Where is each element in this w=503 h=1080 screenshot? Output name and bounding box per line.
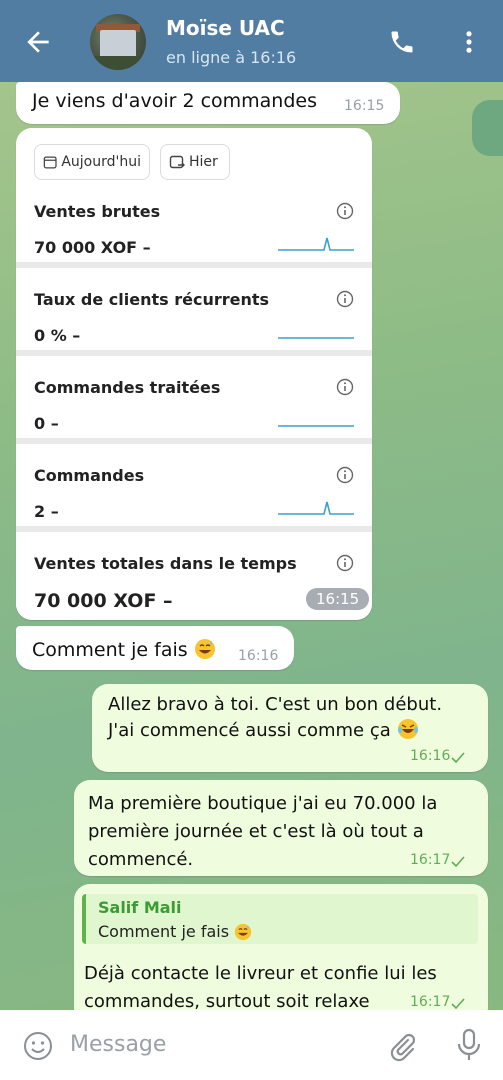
message-time: 16:15 bbox=[344, 98, 385, 114]
grinning-sweat-emoji-icon bbox=[194, 639, 215, 659]
chip-label: Aujourd'hui bbox=[61, 154, 141, 170]
stat-value: 0 % – bbox=[34, 326, 81, 345]
message-time: 16:15 bbox=[306, 588, 370, 610]
phone-icon[interactable] bbox=[388, 28, 416, 56]
grinning-sweat-emoji-icon bbox=[234, 923, 252, 941]
message-text: Ma première boutique j'ai eu 70.000 la p… bbox=[88, 793, 438, 870]
message-time: 16:17 bbox=[410, 852, 451, 868]
emoji-icon[interactable] bbox=[22, 1030, 54, 1062]
reply-quote[interactable]: Salif Mali Comment je fais bbox=[82, 894, 478, 944]
online-status: en ligne à 16:16 bbox=[166, 48, 297, 67]
info-icon[interactable] bbox=[336, 202, 354, 220]
reply-author: Salif Mali bbox=[98, 898, 182, 917]
check-icon bbox=[451, 752, 465, 764]
message-input[interactable]: Message bbox=[70, 1032, 166, 1057]
incoming-message[interactable]: Comment je fais 16:16 bbox=[16, 626, 294, 670]
calendar-icon bbox=[43, 156, 57, 169]
sparkline bbox=[278, 337, 354, 339]
stat-row: Taux de clients récurrents 0 % – bbox=[16, 290, 372, 374]
stat-row: Ventes brutes 70 000 XOF – bbox=[16, 202, 372, 286]
more-options-icon[interactable] bbox=[462, 28, 476, 56]
back-arrow-icon[interactable] bbox=[22, 26, 54, 58]
chat-header: Moïse UAC en ligne à 16:16 bbox=[0, 0, 503, 82]
stat-row: Commandes 2 – bbox=[16, 466, 372, 550]
info-icon[interactable] bbox=[336, 290, 354, 308]
stat-label: Commandes bbox=[34, 466, 145, 485]
stat-value: 70 000 XOF – bbox=[34, 590, 173, 612]
message-time: 16:16 bbox=[410, 748, 451, 764]
chip-label: Hier bbox=[189, 154, 218, 170]
stat-label: Commandes traitées bbox=[34, 378, 221, 397]
outgoing-message[interactable]: Allez bravo à toi. C'est un bon début. J… bbox=[92, 684, 488, 772]
reply-text: Comment je fais bbox=[98, 922, 252, 941]
check-icon bbox=[451, 856, 465, 868]
yesterday-filter-chip[interactable]: Hier bbox=[160, 144, 230, 180]
paperclip-icon[interactable] bbox=[386, 1030, 418, 1062]
stat-label: Ventes totales dans le temps bbox=[34, 554, 297, 573]
check-icon bbox=[451, 998, 465, 1010]
message-input-bar: Message bbox=[0, 1010, 503, 1080]
stat-row: Commandes traitées 0 – bbox=[16, 378, 372, 462]
stat-label: Ventes brutes bbox=[34, 202, 161, 221]
message-text: Comment je fais bbox=[32, 638, 216, 661]
floating-share-button[interactable] bbox=[472, 100, 503, 156]
avatar[interactable] bbox=[90, 14, 146, 70]
info-icon[interactable] bbox=[336, 554, 354, 572]
message-time: 16:17 bbox=[410, 994, 451, 1010]
stat-value: 2 – bbox=[34, 502, 59, 521]
info-icon[interactable] bbox=[336, 378, 354, 396]
today-filter-chip[interactable]: Aujourd'hui bbox=[34, 144, 150, 180]
message-time: 16:16 bbox=[238, 648, 279, 664]
sparkline bbox=[278, 237, 354, 251]
laughing-tears-emoji-icon bbox=[397, 719, 418, 739]
message-text: Déjà contacte le livreur et confie lui l… bbox=[84, 963, 437, 1012]
message-text: Allez bravo à toi. C'est un bon début. J… bbox=[108, 694, 443, 741]
stat-row: Ventes totales dans le temps 70 000 XOF … bbox=[16, 554, 372, 620]
incoming-message[interactable]: Je viens d'avoir 2 commandes 16:15 bbox=[16, 82, 400, 124]
message-text: Je viens d'avoir 2 commandes bbox=[32, 90, 317, 112]
calendar-swap-icon bbox=[169, 155, 185, 169]
sparkline bbox=[278, 501, 354, 515]
outgoing-message[interactable]: Ma première boutique j'ai eu 70.000 la p… bbox=[74, 780, 488, 876]
chat-title[interactable]: Moïse UAC bbox=[166, 16, 285, 40]
stats-card[interactable]: Aujourd'hui Hier Ventes brutes 70 000 XO… bbox=[16, 128, 372, 620]
info-icon[interactable] bbox=[336, 466, 354, 484]
outgoing-message[interactable]: Salif Mali Comment je fais Déjà contacte… bbox=[74, 884, 488, 1024]
stat-value: 70 000 XOF – bbox=[34, 238, 151, 257]
sparkline bbox=[278, 425, 354, 427]
stat-value: 0 – bbox=[34, 414, 59, 433]
stat-label: Taux de clients récurrents bbox=[34, 290, 270, 309]
microphone-icon[interactable] bbox=[456, 1028, 482, 1062]
